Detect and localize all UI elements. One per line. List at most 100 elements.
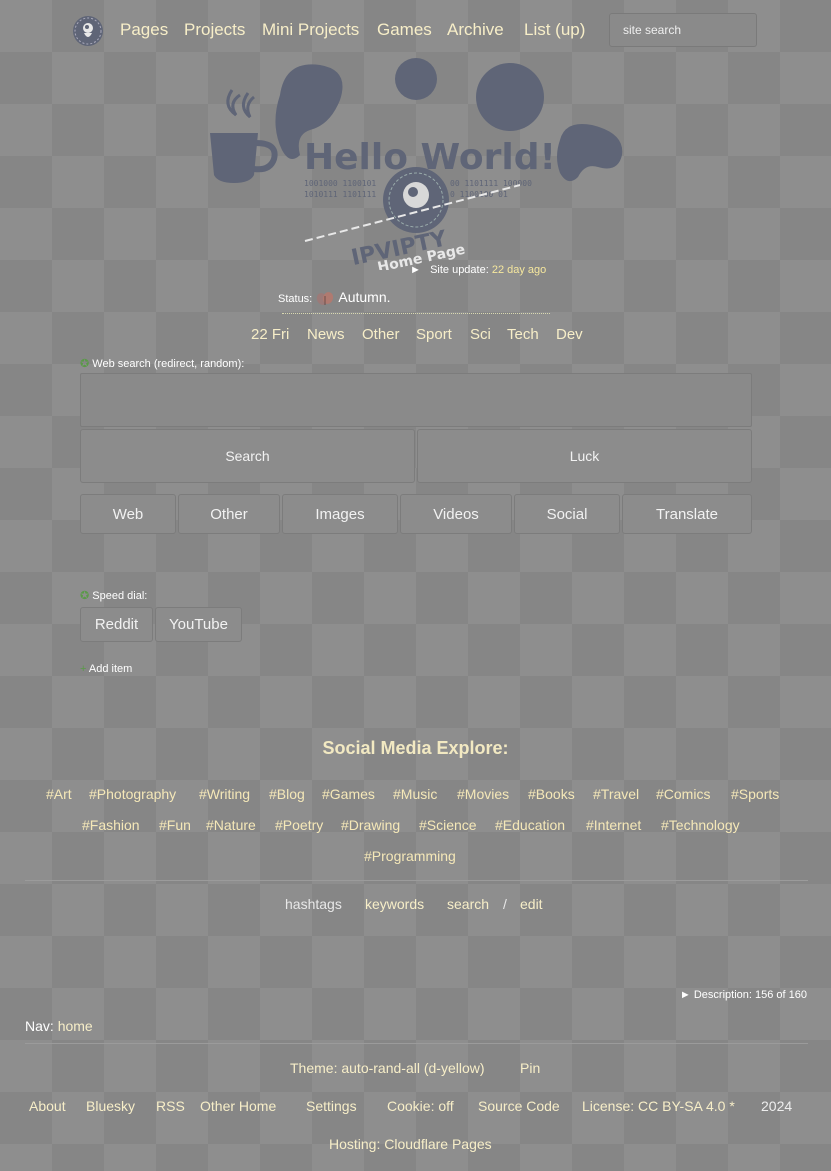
site-logo-icon[interactable] bbox=[72, 15, 104, 47]
footer-settings[interactable]: Settings bbox=[306, 1098, 357, 1114]
web-search-label: ✪ Web search (redirect, random): bbox=[80, 357, 244, 370]
hashtags-label: hashtags bbox=[285, 896, 342, 912]
binary-line-2: 1010111 1101111 bbox=[304, 190, 376, 199]
tag-writing[interactable]: #Writing bbox=[199, 786, 250, 802]
web-search-input[interactable] bbox=[80, 373, 752, 427]
footer-divider bbox=[25, 1043, 808, 1044]
tag-education[interactable]: #Education bbox=[495, 817, 565, 833]
status-value: Autumn. bbox=[338, 289, 391, 305]
tag-art[interactable]: #Art bbox=[46, 786, 72, 802]
site-update: ► Site update: 22 day ago bbox=[410, 264, 546, 276]
site-search-input[interactable] bbox=[609, 13, 757, 47]
tag-books[interactable]: #Books bbox=[528, 786, 575, 802]
footer-cookie[interactable]: Cookie: off bbox=[387, 1098, 454, 1114]
search-link[interactable]: search bbox=[447, 896, 489, 912]
tag-movies[interactable]: #Movies bbox=[457, 786, 509, 802]
footer-source-code[interactable]: Source Code bbox=[478, 1098, 560, 1114]
footer-about[interactable]: About bbox=[29, 1098, 66, 1114]
footer-other-home[interactable]: Other Home bbox=[200, 1098, 276, 1114]
header-hello-world-graphic: Hello World! 1001000 1100101 1010111 110… bbox=[210, 58, 623, 270]
divider bbox=[25, 880, 808, 881]
binary-line-1: 1001000 1100101 bbox=[304, 179, 376, 188]
tag-comics[interactable]: #Comics bbox=[656, 786, 710, 802]
binary-line-3: 00 1101111 100000 bbox=[450, 179, 532, 188]
description-toggle[interactable]: ► Description: 156 of 160 bbox=[680, 989, 807, 1001]
search-button[interactable]: Search bbox=[80, 429, 415, 483]
nav-link-archive[interactable]: Archive bbox=[447, 20, 504, 40]
nav-link-list-up[interactable]: List (up) bbox=[524, 20, 585, 40]
footer-license[interactable]: License: CC BY-SA 4.0 * bbox=[582, 1098, 735, 1114]
nav-label: Nav: bbox=[25, 1018, 54, 1034]
tag-poetry[interactable]: #Poetry bbox=[275, 817, 323, 833]
paint-dot-right bbox=[476, 63, 544, 131]
quick-link-date[interactable]: 22 Fri bbox=[251, 326, 289, 343]
star-bullet-icon: ✪ bbox=[80, 590, 90, 602]
footer-year: 2024 bbox=[761, 1098, 793, 1114]
tag-travel[interactable]: #Travel bbox=[593, 786, 639, 802]
add-item-link[interactable]: + Add item bbox=[80, 663, 132, 675]
add-item-label: Add item bbox=[88, 663, 133, 675]
tag-blog[interactable]: #Blog bbox=[269, 786, 305, 802]
footer-bluesky[interactable]: Bluesky bbox=[86, 1098, 135, 1114]
pin-link[interactable]: Pin bbox=[520, 1060, 540, 1076]
slash-separator: / bbox=[503, 896, 507, 912]
site-update-arrow-icon: ► bbox=[410, 264, 421, 276]
quick-link-sport[interactable]: Sport bbox=[416, 326, 452, 343]
tag-fun[interactable]: #Fun bbox=[159, 817, 191, 833]
status-label: Status: bbox=[278, 293, 313, 305]
web-search-label-text: Web search (redirect, random): bbox=[92, 358, 245, 370]
speed-dial-youtube[interactable]: YouTube bbox=[155, 607, 242, 642]
quick-link-sci[interactable]: Sci bbox=[470, 326, 491, 343]
nav-home-link[interactable]: home bbox=[58, 1018, 93, 1034]
coffee-cup-icon bbox=[210, 89, 278, 183]
tag-nature[interactable]: #Nature bbox=[206, 817, 256, 833]
engine-social-button[interactable]: Social bbox=[514, 494, 620, 534]
quick-link-news[interactable]: News bbox=[307, 326, 345, 343]
page: Pages Projects Mini Projects Games Archi… bbox=[0, 0, 831, 1171]
engine-images-button[interactable]: Images bbox=[282, 494, 398, 534]
autumn-leaves-icon bbox=[317, 292, 334, 305]
site-update-label: Site update: bbox=[430, 264, 489, 276]
quick-link-dev[interactable]: Dev bbox=[556, 326, 583, 343]
tag-sports[interactable]: #Sports bbox=[731, 786, 779, 802]
star-bullet-icon: ✪ bbox=[80, 358, 90, 370]
tag-technology[interactable]: #Technology bbox=[661, 817, 740, 833]
tag-internet[interactable]: #Internet bbox=[586, 817, 641, 833]
tag-photography[interactable]: #Photography bbox=[89, 786, 176, 802]
dotted-divider bbox=[282, 313, 550, 314]
edit-link[interactable]: edit bbox=[520, 896, 543, 912]
nav-link-projects[interactable]: Projects bbox=[184, 20, 245, 40]
keywords-link[interactable]: keywords bbox=[365, 896, 424, 912]
nav-link-games[interactable]: Games bbox=[377, 20, 432, 40]
plus-icon: + bbox=[80, 663, 87, 675]
quick-link-other[interactable]: Other bbox=[362, 326, 400, 343]
engine-other-button[interactable]: Other bbox=[178, 494, 280, 534]
description-text: Description: 156 of 160 bbox=[693, 989, 807, 1001]
paint-dot-top bbox=[395, 58, 437, 100]
engine-translate-button[interactable]: Translate bbox=[622, 494, 752, 534]
speed-dial-reddit[interactable]: Reddit bbox=[80, 607, 153, 642]
description-arrow-icon: ► bbox=[679, 989, 691, 1001]
tag-drawing[interactable]: #Drawing bbox=[341, 817, 400, 833]
nav-link-mini-projects[interactable]: Mini Projects bbox=[262, 20, 359, 40]
status-line: Status: Autumn. bbox=[278, 289, 391, 306]
center-emblem-icon bbox=[383, 167, 449, 233]
tag-science[interactable]: #Science bbox=[419, 817, 477, 833]
quick-link-tech[interactable]: Tech bbox=[507, 326, 539, 343]
tag-fashion[interactable]: #Fashion bbox=[82, 817, 140, 833]
nav-breadcrumb: Nav: home bbox=[25, 1018, 93, 1034]
tag-music[interactable]: #Music bbox=[393, 786, 437, 802]
footer-hosting[interactable]: Hosting: Cloudflare Pages bbox=[329, 1136, 492, 1152]
nav-link-pages[interactable]: Pages bbox=[120, 20, 168, 40]
luck-button[interactable]: Luck bbox=[417, 429, 752, 483]
tag-programming[interactable]: #Programming bbox=[364, 848, 456, 864]
site-update-value[interactable]: 22 day ago bbox=[492, 264, 546, 276]
speed-dial-label: ✪ Speed dial: bbox=[80, 589, 147, 602]
footer-rss[interactable]: RSS bbox=[156, 1098, 185, 1114]
theme-link[interactable]: Theme: auto-rand-all (d-yellow) bbox=[290, 1060, 485, 1076]
speed-dial-label-text: Speed dial: bbox=[92, 590, 148, 602]
tag-games[interactable]: #Games bbox=[322, 786, 375, 802]
engine-web-button[interactable]: Web bbox=[80, 494, 176, 534]
engine-videos-button[interactable]: Videos bbox=[400, 494, 512, 534]
binary-line-4: 0 1100100 01 bbox=[450, 190, 508, 199]
